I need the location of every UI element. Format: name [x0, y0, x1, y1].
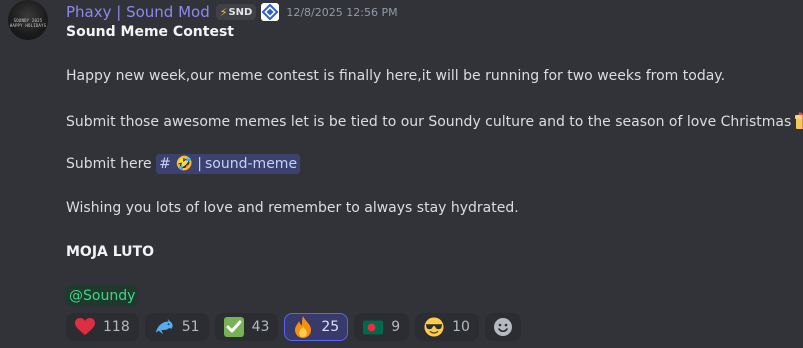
- reaction-heart[interactable]: 118: [66, 313, 139, 341]
- reaction-fire[interactable]: 25: [284, 313, 349, 341]
- add-reaction-icon: [493, 317, 513, 337]
- avatar[interactable]: SOUNDY 2025 HAPPY HOLIDAYS: [8, 0, 48, 40]
- paragraph-submit-memes: Submit those awesome memes let is be tie…: [66, 110, 803, 136]
- diamond-link-icon: [262, 4, 279, 20]
- timestamp: 12/8/2025 12:56 PM: [286, 5, 398, 19]
- reaction-count: 25: [321, 319, 340, 335]
- paragraph-submit-memes-text: Submit those awesome memes let is be tie…: [66, 114, 792, 130]
- gift-icon: [794, 110, 803, 136]
- reaction-count: 43: [251, 319, 270, 335]
- reaction-bar: 118 51 43 25 9 10: [66, 313, 527, 341]
- server-tag-label: SND: [228, 6, 253, 18]
- chat-message: SOUNDY 2025 HAPPY HOLIDAYS Phaxy | Sound…: [0, 0, 803, 348]
- check-mark-icon: [223, 317, 244, 337]
- channel-name: sound-meme: [205, 156, 298, 172]
- bangladesh-flag-icon: [363, 317, 384, 337]
- reaction-count: 51: [181, 319, 200, 335]
- lightning-icon: ⚡: [219, 5, 228, 19]
- server-tag[interactable]: ⚡ SND: [215, 4, 257, 20]
- paragraph-wishes: Wishing you lots of love and remember to…: [66, 200, 519, 216]
- rofl-emoji-icon: 🤣: [175, 156, 194, 172]
- paragraph-submit-here: Submit here # 🤣 | sound-meme: [66, 154, 301, 174]
- add-reaction-button[interactable]: [484, 313, 521, 341]
- signoff: MOJA LUTO: [66, 244, 154, 260]
- reaction-count: 10: [452, 319, 470, 335]
- heart-icon: [75, 317, 95, 337]
- dolphin-icon: [154, 317, 174, 337]
- fire-icon: [293, 316, 313, 338]
- channel-separator: |: [197, 156, 203, 172]
- message-header: Phaxy | Sound Mod ⚡ SND 12/8/2025 12:56 P…: [66, 2, 398, 22]
- reaction-bangladesh-flag[interactable]: 9: [354, 313, 410, 341]
- reaction-sunglasses[interactable]: 10: [415, 313, 479, 341]
- username[interactable]: Phaxy | Sound Mod: [66, 3, 210, 21]
- message-title: Sound Meme Contest: [66, 24, 234, 40]
- submit-prefix: Submit here: [66, 156, 152, 172]
- sunglasses-face-icon: [424, 317, 444, 337]
- reaction-count: 118: [103, 319, 130, 335]
- hash-icon: #: [159, 156, 171, 172]
- mention-line: @Soundy: [66, 286, 139, 306]
- paragraph-intro: Happy new week,our meme contest is final…: [66, 68, 726, 84]
- avatar-text: SOUNDY 2025 HAPPY HOLIDAYS: [9, 18, 47, 28]
- role-icon[interactable]: [261, 3, 280, 21]
- reaction-count: 9: [391, 319, 401, 335]
- reaction-check-mark[interactable]: 43: [214, 313, 279, 341]
- reaction-dolphin[interactable]: 51: [144, 313, 209, 341]
- channel-link-sound-meme[interactable]: # 🤣 | sound-meme: [156, 154, 301, 174]
- role-mention[interactable]: @Soundy: [66, 286, 139, 306]
